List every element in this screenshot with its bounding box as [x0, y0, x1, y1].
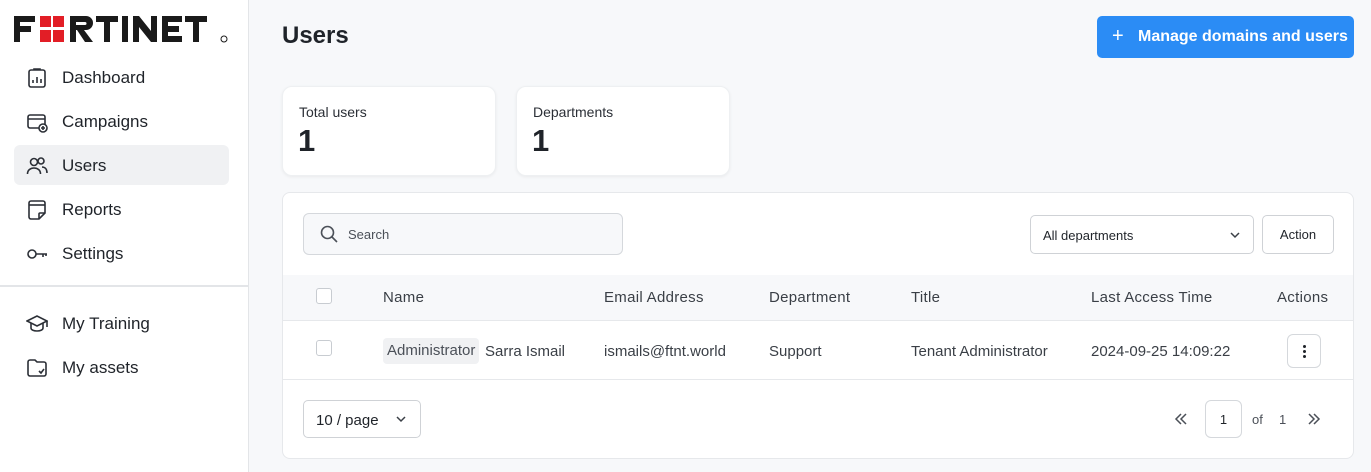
search-icon [320, 225, 338, 243]
user-email: ismails@ftnt.world [604, 343, 726, 360]
sidebar-item-label: My assets [62, 358, 139, 377]
last-page-icon[interactable] [1304, 409, 1324, 429]
sidebar-item-dashboard[interactable]: Dashboard [14, 57, 229, 97]
plus-icon: + [1112, 25, 1124, 47]
column-header-name[interactable]: Name [383, 289, 424, 306]
row-actions-menu-button[interactable] [1287, 334, 1321, 368]
user-department: Support [769, 343, 822, 360]
fortinet-logo[interactable] [14, 14, 230, 44]
sidebar-item-label: Campaigns [62, 112, 148, 131]
user-last-access: 2024-09-25 14:09:22 [1091, 343, 1231, 360]
column-header-title[interactable]: Title [911, 289, 940, 306]
manage-domains-and-users-button[interactable]: + Manage domains and users [1097, 16, 1354, 58]
sidebar-item-campaigns[interactable]: Campaigns [14, 101, 229, 141]
total-pages: 1 [1279, 412, 1287, 427]
stat-card-departments: Departments 1 [516, 86, 730, 176]
stat-label: Departments [533, 104, 614, 120]
stat-label: Total users [299, 104, 367, 120]
department-select-value: All departments [1043, 228, 1134, 243]
table-row[interactable]: Administrator Sarra Ismail ismails@ftnt.… [283, 322, 1353, 380]
search-input[interactable] [348, 224, 608, 244]
column-header-actions: Actions [1277, 289, 1329, 306]
page-size-select[interactable]: 10 / page [303, 400, 421, 438]
graduation-cap-icon [26, 315, 48, 332]
search-box[interactable] [303, 213, 623, 255]
stat-card-total-users: Total users 1 [282, 86, 496, 176]
pagination-of-label: of [1252, 412, 1263, 427]
table-header: Name Email Address Department Title Last… [283, 275, 1353, 321]
key-icon [27, 249, 47, 259]
sidebar-item-settings[interactable]: Settings [14, 233, 229, 273]
select-all-checkbox[interactable] [316, 288, 332, 304]
sidebar-item-label: My Training [62, 314, 150, 333]
users-icon [26, 157, 48, 175]
button-label: Manage domains and users [1138, 28, 1348, 45]
user-title: Tenant Administrator [911, 343, 1048, 360]
page-size-value: 10 / page [316, 412, 379, 429]
stat-value: 1 [532, 123, 550, 158]
sidebar-item-label: Reports [62, 200, 122, 219]
page-title: Users [282, 22, 349, 49]
stat-value: 1 [298, 123, 316, 158]
chevron-down-icon [1230, 232, 1240, 239]
dashboard-icon [28, 68, 46, 88]
action-button-label: Action [1279, 227, 1317, 242]
sidebar-item-label: Dashboard [62, 68, 146, 87]
chevron-down-icon [396, 416, 406, 423]
current-page-input[interactable] [1205, 400, 1242, 438]
campaigns-icon [27, 114, 48, 133]
action-button[interactable]: Action [1262, 215, 1334, 254]
sidebar: Dashboard Campaigns Users Reports Settin… [0, 0, 249, 472]
first-page-icon[interactable] [1171, 409, 1191, 429]
department-select[interactable]: All departments [1030, 215, 1254, 254]
role-tag: Administrator [383, 338, 480, 364]
sidebar-item-my-training[interactable]: My Training [14, 303, 229, 343]
sidebar-item-label: Settings [62, 244, 124, 263]
folder-icon [27, 359, 47, 377]
sidebar-item-label: Users [62, 156, 107, 175]
column-header-last-access-time[interactable]: Last Access Time [1091, 289, 1213, 306]
sidebar-item-users[interactable]: Users [14, 145, 229, 185]
sidebar-item-reports[interactable]: Reports [14, 189, 229, 229]
sidebar-divider [0, 285, 249, 287]
sidebar-item-my-assets[interactable]: My assets [14, 347, 229, 387]
user-name[interactable]: Sarra Ismail [485, 343, 565, 360]
users-table-panel: All departments Action Name Email Addres… [282, 192, 1354, 459]
column-header-email[interactable]: Email Address [604, 289, 704, 306]
column-header-department[interactable]: Department [769, 289, 850, 306]
reports-icon [28, 200, 46, 220]
row-checkbox[interactable] [316, 340, 332, 356]
